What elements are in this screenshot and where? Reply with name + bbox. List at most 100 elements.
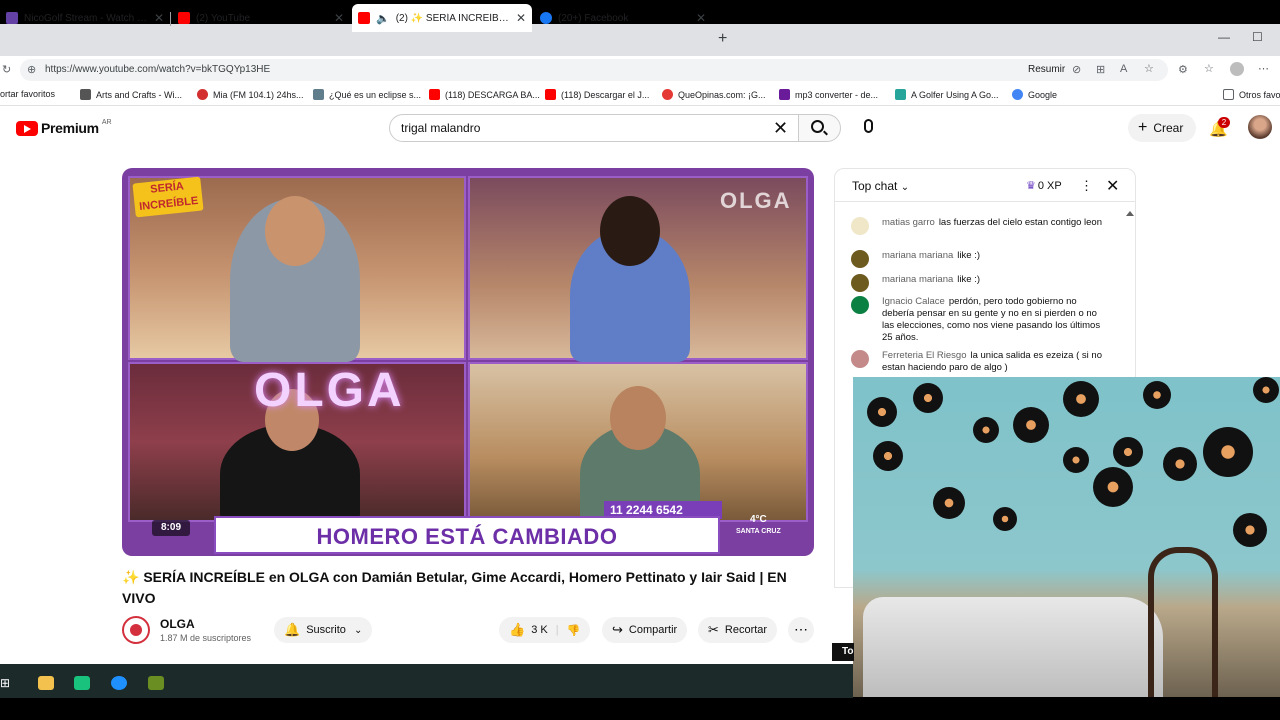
bookmark-descarga[interactable]: (118) DESCARGA BA... bbox=[429, 89, 540, 100]
star-icon[interactable]: ☆ bbox=[1144, 62, 1154, 75]
chat-avatar[interactable] bbox=[851, 217, 869, 235]
apps-icon[interactable]: ⊞ bbox=[1096, 63, 1105, 76]
chat-avatar[interactable] bbox=[851, 274, 869, 292]
chat-author[interactable]: mariana mariana bbox=[882, 274, 953, 285]
new-tab-button[interactable]: + bbox=[718, 30, 727, 48]
bookmark-queopinas[interactable]: QueOpinas.com: ¡G... bbox=[662, 89, 766, 100]
channel-name[interactable]: OLGA bbox=[160, 617, 195, 631]
bookmark-label: QueOpinas.com: ¡G... bbox=[678, 89, 766, 100]
bookmark-golfer[interactable]: A Golfer Using A Go... bbox=[895, 89, 999, 100]
clear-search-icon[interactable]: ✕ bbox=[773, 118, 788, 139]
tab-title: (2) ✨ SERÍA INCREÍBLE en C bbox=[395, 12, 510, 24]
edge-icon[interactable] bbox=[111, 676, 127, 690]
clock-time: 8:09 bbox=[152, 520, 190, 536]
chat-author[interactable]: mariana mariana bbox=[882, 250, 953, 261]
more-actions-button[interactable]: ⋯ bbox=[788, 617, 814, 643]
vinyl-record bbox=[873, 441, 903, 471]
file-explorer-icon[interactable] bbox=[38, 676, 54, 690]
summarize-button[interactable]: Resumir bbox=[1028, 64, 1065, 75]
close-icon[interactable]: ✕ bbox=[154, 11, 164, 25]
create-button[interactable]: + Crear bbox=[1128, 114, 1196, 142]
tab-nicogolf[interactable]: NicoGolf Stream - Watch Live on ✕ bbox=[0, 4, 170, 32]
twitch-icon bbox=[6, 12, 18, 24]
yahoo-icon bbox=[779, 89, 790, 100]
bookmark-arts-crafts[interactable]: Arts and Crafts - Wi... bbox=[80, 89, 182, 100]
account-avatar[interactable] bbox=[1248, 115, 1272, 139]
video-title: ✨ SERÍA INCREÍBLE en OLGA con Damián Bet… bbox=[122, 569, 787, 606]
chat-text: like :) bbox=[957, 274, 980, 285]
notification-badge: 2 bbox=[1218, 117, 1230, 128]
subscriber-count: 1.87 M de suscriptores bbox=[160, 633, 252, 643]
task-view-icon[interactable]: ⊞ bbox=[0, 676, 16, 690]
chat-author[interactable]: matias garro bbox=[882, 217, 935, 228]
bookmark-label: Otros favo bbox=[1239, 89, 1280, 100]
tab-facebook[interactable]: (20+) Facebook ✕ bbox=[534, 4, 712, 32]
tab-youtube[interactable]: (2) YouTube ✕ bbox=[172, 4, 350, 32]
share-button[interactable]: ↪ Compartir bbox=[602, 617, 688, 643]
minecraft-icon[interactable] bbox=[148, 676, 164, 690]
chat-avatar[interactable] bbox=[851, 350, 869, 368]
minimize-button[interactable]: — bbox=[1218, 30, 1230, 44]
favorites-icon[interactable]: ☆ bbox=[1204, 62, 1214, 75]
chat-avatar[interactable] bbox=[851, 296, 869, 314]
thumbs-up-icon: 👍 bbox=[509, 622, 526, 637]
bookmark-label: Mia (FM 104.1) 24hs... bbox=[213, 89, 304, 100]
app-icon[interactable] bbox=[74, 676, 90, 690]
channel-avatar[interactable] bbox=[122, 616, 150, 644]
vinyl-record bbox=[933, 487, 965, 519]
close-icon[interactable]: ✕ bbox=[516, 11, 526, 25]
tab-seria-increible[interactable]: 🔈 (2) ✨ SERÍA INCREÍBLE en C ✕ bbox=[352, 4, 532, 32]
youtube-icon bbox=[545, 89, 556, 100]
chat-menu-icon[interactable]: ⋮ bbox=[1080, 178, 1093, 194]
menu-icon[interactable]: ⋯ bbox=[1258, 62, 1269, 75]
chat-avatar[interactable] bbox=[851, 250, 869, 268]
clip-button[interactable]: ✂ Recortar bbox=[698, 617, 778, 643]
video-player[interactable]: SERÍA INCREÍBLE OLGA OLGA 11 2244 6542 H… bbox=[122, 168, 814, 556]
chat-author[interactable]: Ferreteria El Riesgo bbox=[882, 350, 966, 361]
vinyl-record bbox=[1063, 447, 1089, 473]
person-head bbox=[600, 196, 660, 266]
plus-icon: + bbox=[1138, 119, 1148, 136]
site-info-icon[interactable]: ⊕ bbox=[27, 63, 36, 76]
close-icon[interactable]: ✕ bbox=[334, 11, 344, 25]
close-icon[interactable]: ✕ bbox=[1106, 176, 1119, 196]
bookmark-mia-fm[interactable]: Mia (FM 104.1) 24hs... bbox=[197, 89, 304, 100]
search-icon bbox=[811, 120, 824, 133]
url-text: https://www.youtube.com/watch?v=bkTGQYp1… bbox=[45, 64, 271, 75]
subscribed-button[interactable]: 🔔 Suscrito ⌄ bbox=[274, 617, 373, 643]
speaker-icon[interactable]: 🔈 bbox=[376, 12, 390, 25]
youtube-premium-logo[interactable]: Premium AR bbox=[16, 119, 112, 136]
subscribed-label: Suscrito bbox=[306, 624, 346, 636]
chair bbox=[1148, 547, 1218, 697]
reload-icon[interactable]: ↻ bbox=[2, 63, 11, 76]
bookmark-google[interactable]: Google bbox=[1012, 89, 1057, 100]
chat-author[interactable]: Ignacio Calace bbox=[882, 296, 945, 307]
chat-mode-selector[interactable]: Top chat ⌄ bbox=[852, 179, 909, 193]
extension-icon[interactable]: ⚙ bbox=[1178, 63, 1188, 76]
xp-indicator[interactable]: ♛ 0 XP bbox=[1026, 179, 1062, 192]
like-button[interactable]: 👍 3 K | 👎 bbox=[499, 617, 591, 643]
olga-watermark: OLGA bbox=[720, 188, 792, 213]
chat-mode-label: Top chat bbox=[852, 179, 898, 193]
bookmark-eclipse[interactable]: ¿Qué es un eclipse s... bbox=[313, 89, 421, 100]
logo-text: Premium bbox=[41, 120, 99, 136]
profile-icon[interactable] bbox=[1230, 62, 1244, 76]
windows-taskbar bbox=[0, 664, 853, 698]
city-name: SANTA CRUZ bbox=[736, 528, 781, 535]
read-aloud-icon[interactable]: A bbox=[1120, 63, 1127, 75]
maximize-button[interactable]: ☐ bbox=[1252, 30, 1263, 44]
bookmark-import[interactable]: ortar favoritos bbox=[0, 89, 55, 99]
scroll-up-arrow[interactable] bbox=[1126, 211, 1134, 216]
to-tag: To bbox=[832, 643, 854, 661]
divider: | bbox=[555, 624, 559, 636]
youtube-play-icon bbox=[16, 120, 38, 136]
thumbs-down-icon[interactable]: 👎 bbox=[567, 624, 581, 637]
bookmark-mp3-converter[interactable]: mp3 converter - de... bbox=[779, 89, 878, 100]
bookmark-label: Arts and Crafts - Wi... bbox=[96, 89, 183, 100]
close-icon[interactable]: ✕ bbox=[696, 11, 706, 25]
bookmark-other-favorites[interactable]: Otros favo bbox=[1223, 89, 1280, 100]
bookmark-descargar[interactable]: (118) Descargar el J... bbox=[545, 89, 649, 100]
translate-icon[interactable]: ⊘ bbox=[1072, 63, 1081, 76]
microphone-icon[interactable] bbox=[864, 119, 873, 133]
bed bbox=[863, 597, 1163, 697]
